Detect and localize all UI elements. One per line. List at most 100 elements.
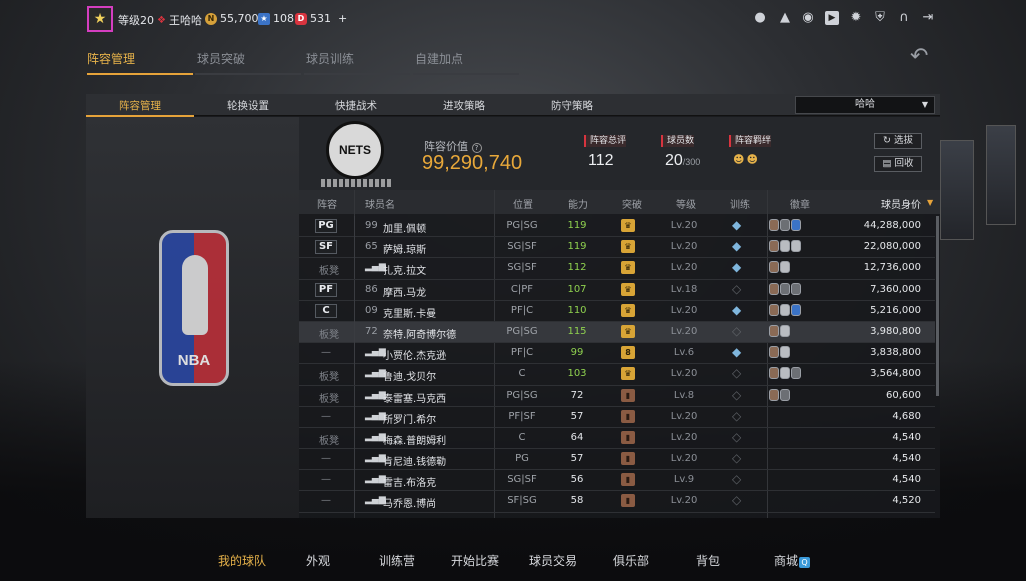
training-icon[interactable]: ◇ [732,282,741,296]
subtab-quick-tactics[interactable]: 快捷战术 [302,98,410,113]
col-worth[interactable]: 球员身价 [881,196,921,211]
breakthrough-icon[interactable]: ▮ [621,409,635,423]
breakthrough-icon[interactable]: ♛ [621,367,635,381]
gear-icon[interactable]: ✹ [849,11,863,25]
table-row[interactable]: PF 86 摩西.马龙 C|PF 107 ♛ Lv.18 ◇ 7,360,000 [299,279,935,301]
recycle-button[interactable]: ▤ 回收 [874,156,922,172]
training-icon[interactable]: ◆ [732,218,741,232]
training-icon[interactable]: ◆ [732,239,741,253]
nav-training-camp[interactable]: 训练营 [379,552,415,569]
player-rating: 119 [567,241,587,253]
breakthrough-icon[interactable]: ♛ [621,303,635,317]
breakthrough-icon[interactable]: ▮ [621,388,635,402]
player-position: C|PF [510,283,534,295]
table-row[interactable]: — ▂▄▆ 马乔恩.博尚 SF|SG 58 ▮ Lv.20 ◇ 4,520 [299,491,935,513]
breakthrough-icon[interactable]: 8 [621,346,635,360]
badge-icon [769,346,779,359]
badge-group[interactable] [769,282,801,295]
stat-bond-label[interactable]: 阵容羁绊 [729,135,772,147]
table-row[interactable]: PG 99 加里.佩顿 PG|SG 119 ♛ Lv.20 ◆ 44,288,000 [299,216,935,238]
nav-player-trade[interactable]: 球员交易 [529,552,577,569]
sort-desc-icon[interactable]: ▼ [927,198,933,207]
badge-group[interactable] [769,219,801,231]
subtab-offense[interactable]: 进攻策略 [410,98,518,113]
table-row[interactable]: C 09 克里斯.卡曼 PF|C 110 ♛ Lv.20 ◆ 5,216,000 [299,300,935,322]
badge-group[interactable] [769,346,790,359]
badge-group[interactable] [769,324,790,337]
breakthrough-icon[interactable]: ♛ [621,240,635,254]
subtab-lineup[interactable]: 阵容管理 [86,98,194,117]
nav-backpack[interactable]: 背包 [696,552,720,569]
exit-icon[interactable]: ⇥ [921,11,935,25]
badge-group[interactable] [769,303,801,316]
badge-group[interactable] [769,261,790,274]
team-select-dropdown[interactable]: 哈哈 ▼ [795,96,935,114]
table-scrollbar[interactable] [936,216,939,396]
tab-lineup-management[interactable]: 阵容管理 [87,50,193,75]
col-badges[interactable]: 徽章 [790,196,810,211]
bond-icons[interactable]: ☻☻ [729,153,791,166]
shield-icon[interactable]: ⛨ [873,11,887,25]
col-level[interactable]: 等级 [676,196,696,211]
training-icon[interactable]: ◇ [732,430,741,444]
player-level: Lv.20 [670,241,698,253]
training-icon[interactable]: ◇ [732,409,741,423]
training-icon[interactable]: ◆ [732,345,741,359]
breakthrough-icon[interactable]: ▮ [621,452,635,466]
training-icon[interactable]: ◇ [732,388,741,402]
col-training[interactable]: 训练 [730,196,750,211]
tab-player-training[interactable]: 球员训练 [304,50,410,75]
training-icon[interactable]: ◇ [732,472,741,486]
training-icon[interactable]: ◆ [732,303,741,317]
friends-icon[interactable]: ◉ [801,11,815,25]
select-button[interactable]: ↻ 选拔 [874,133,922,149]
nav-club[interactable]: 俱乐部 [613,552,649,569]
breakthrough-icon[interactable]: ▮ [621,494,635,508]
headset-icon[interactable]: ∩ [897,11,911,25]
table-row[interactable]: 板凳 ▂▄▆ 泰雷塞.马克西 PG|SG 72 ▮ Lv.8 ◇ 60,600 [299,385,935,407]
breakthrough-icon[interactable]: ♛ [621,219,635,232]
nav-appearance[interactable]: 外观 [306,552,330,569]
tab-player-breakthrough[interactable]: 球员突破 [195,50,301,75]
breakthrough-icon[interactable]: ▮ [621,430,635,444]
table-row[interactable]: 板凳 ▂▄▆ 梅森.普朗姆利 C 64 ▮ Lv.20 ◇ 4,540 [299,427,935,450]
tab-custom-points[interactable]: 自建加点 [413,50,519,75]
profile-icon[interactable]: ● [753,11,767,25]
col-rating[interactable]: 能力 [568,196,588,211]
player-name: 扎克.拉文 [383,266,427,278]
col-player-name[interactable]: 球员名 [365,196,395,211]
training-icon[interactable]: ◇ [732,493,741,507]
nav-start-game[interactable]: 开始比赛 [451,552,499,569]
breakthrough-icon[interactable]: ♛ [621,261,635,275]
table-row[interactable]: 板凳 ▂▄▆ 鲁迪.戈贝尔 C 103 ♛ Lv.20 ◇ 3,564,800 [299,364,935,386]
table-row[interactable]: 板凳 72 奈特.阿奇博尔德 PG|SG 115 ♛ Lv.20 ◇ 3,980,800 [299,321,935,344]
col-breakthrough[interactable]: 突破 [622,196,642,211]
training-icon[interactable]: ◆ [732,260,741,274]
training-icon[interactable]: ◇ [732,366,741,380]
bell-icon[interactable]: ▲ [778,11,792,25]
training-icon[interactable]: ◇ [732,451,741,465]
breakthrough-icon[interactable]: ♛ [621,324,635,338]
badge-group[interactable] [769,388,790,401]
table-row[interactable]: 板凳 ▂▄▆ 扎克.拉文 SG|SF 112 ♛ Lv.20 ◆ 12,736,000 [299,258,935,280]
badge-group[interactable] [769,240,801,253]
nav-my-team[interactable]: 我的球队 [218,552,266,569]
col-lineup[interactable]: 阵容 [317,196,337,211]
table-row[interactable]: — ▂▄▆ 肯尼迪.钱德勒 PG 57 ▮ Lv.20 ◇ 4,540 [299,449,935,471]
training-icon[interactable]: ◇ [732,324,741,338]
table-row[interactable]: SF 65 萨姆.琼斯 SG|SF 119 ♛ Lv.20 ◆ 22,080,000 [299,237,935,259]
back-arrow-icon[interactable]: ↶ [910,44,928,69]
add-points-button[interactable]: + [338,12,347,25]
table-row[interactable]: — ▂▄▆ 所罗门.希尔 PF|SF 57 ▮ Lv.20 ◇ 4,680 [299,406,935,428]
video-icon[interactable]: ▶ [825,11,839,25]
subtab-rotation[interactable]: 轮换设置 [194,98,302,113]
col-position[interactable]: 位置 [513,196,533,211]
breakthrough-icon[interactable]: ▮ [621,473,635,487]
breakthrough-icon[interactable]: ♛ [621,282,635,296]
table-row[interactable]: — ▂▄▆ 雷吉.布洛克 SG|SF 56 ▮ Lv.9 ◇ 4,540 [299,470,935,492]
table-row[interactable]: — ▂▄▆ 小贾伦.杰克逊 PF|C 99 8 Lv.6 ◆ 3,838,800 [299,343,935,365]
avatar[interactable]: ★ [87,6,113,32]
badge-group[interactable] [769,367,801,380]
nav-shop[interactable]: 商城 Q [774,552,811,569]
subtab-defense[interactable]: 防守策略 [518,98,626,113]
